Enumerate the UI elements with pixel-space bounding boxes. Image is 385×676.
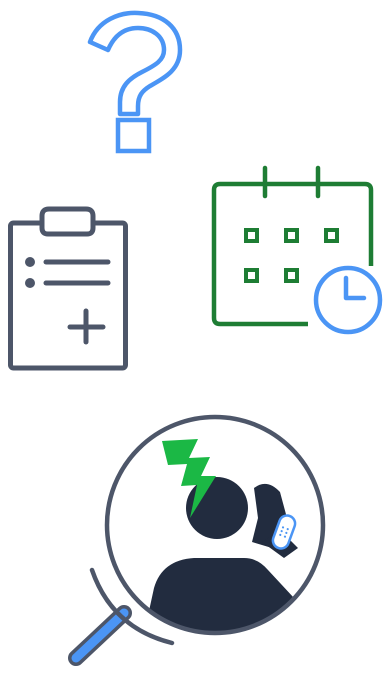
medical-clipboard-icon — [8, 206, 128, 372]
question-mark-icon — [84, 10, 184, 154]
magnifier-head-injury-icon — [62, 408, 332, 676]
calendar-clock-icon — [210, 165, 385, 335]
